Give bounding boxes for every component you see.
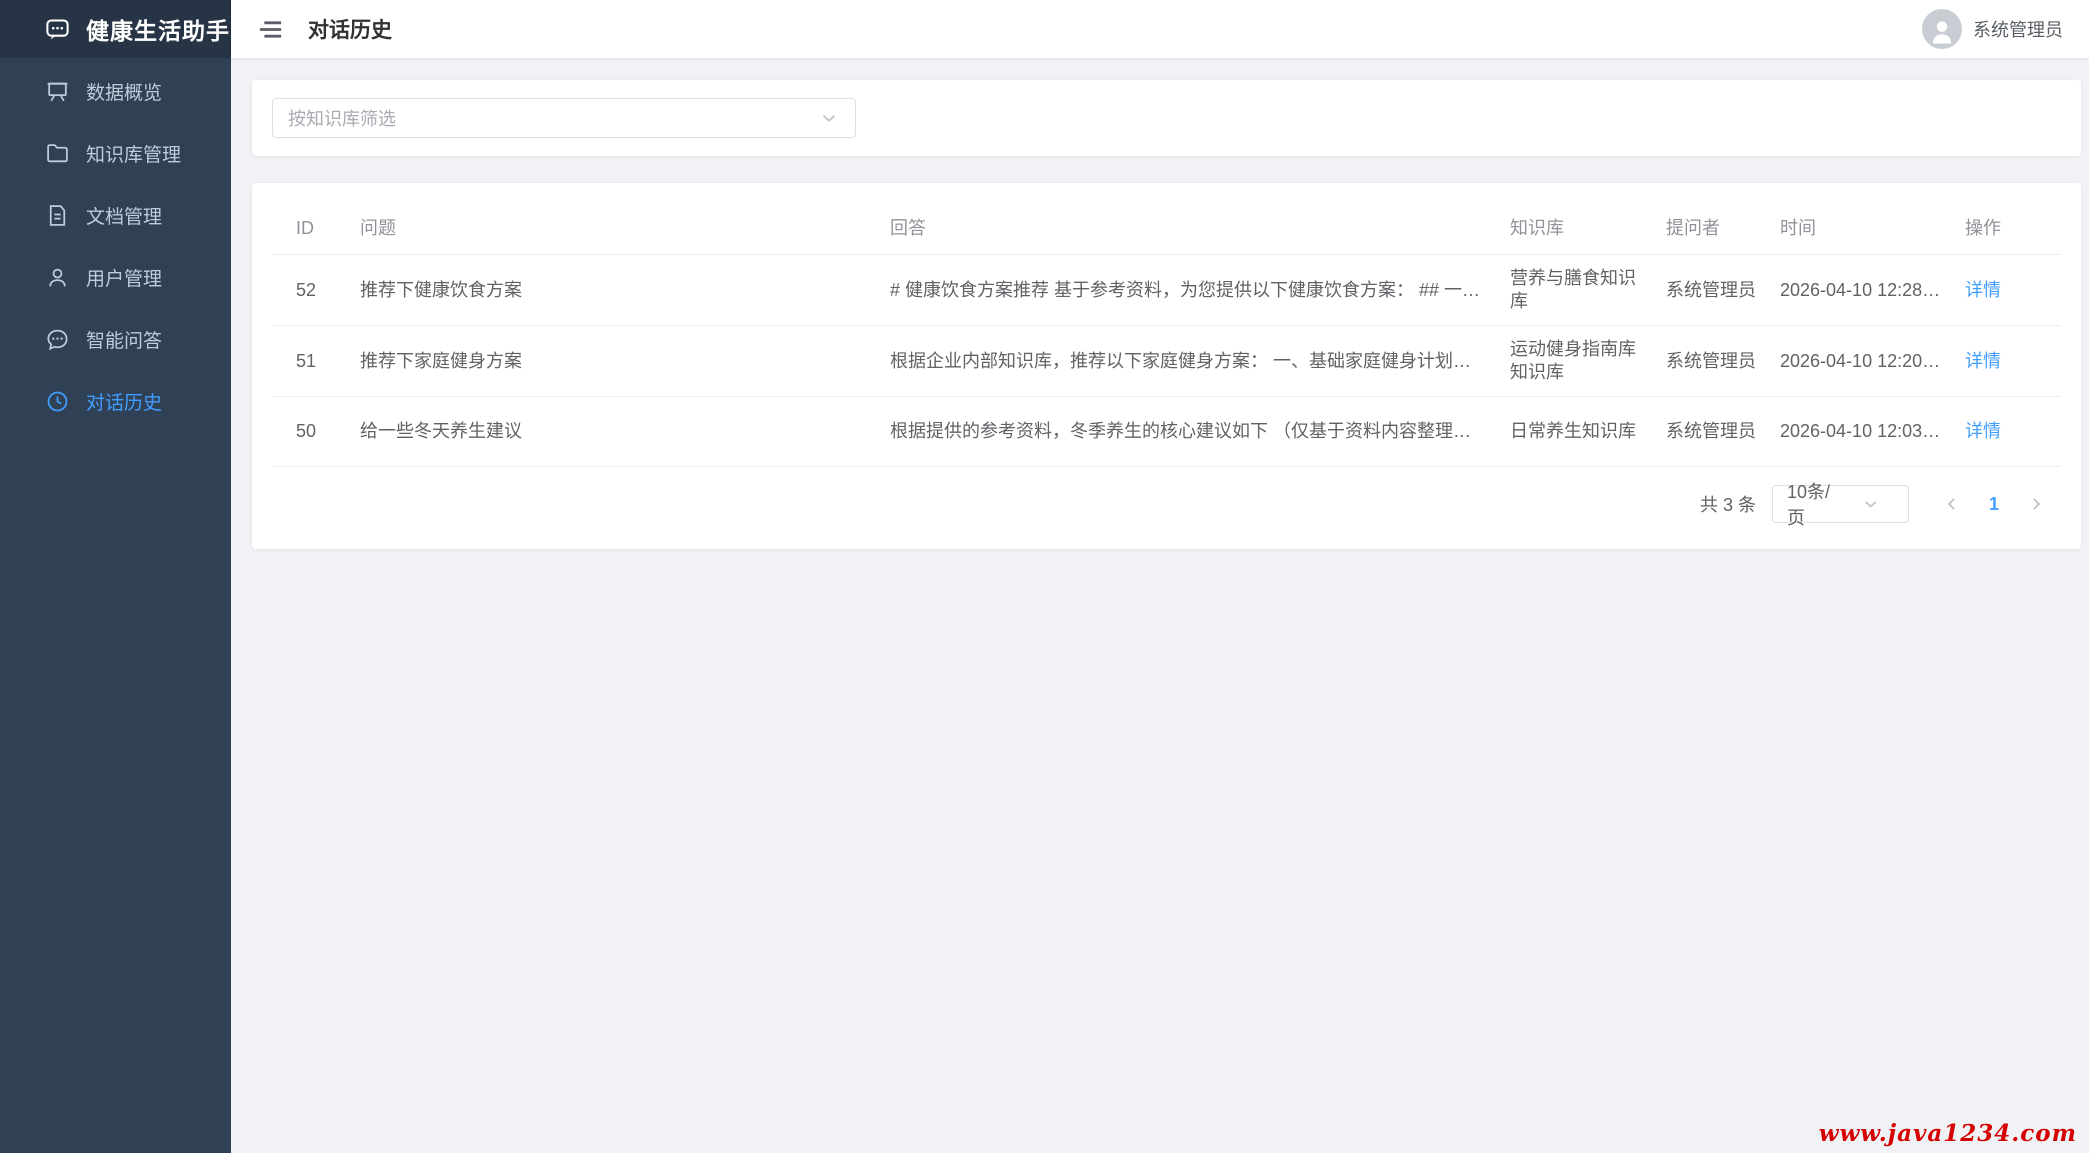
content: 按知识库筛选 ID 问题 [231, 58, 2089, 1153]
kb-filter-select[interactable]: 按知识库筛选 [272, 98, 856, 138]
main-area: 对话历史 系统管理员 按知识库筛选 [231, 0, 2089, 1153]
cell-asker: 系统管理员 [1654, 397, 1768, 467]
detail-link[interactable]: 详情 [1965, 351, 2001, 371]
chat-dot-round-icon [45, 327, 70, 352]
sidebar-item-label: 用户管理 [86, 264, 162, 291]
table-header-row: ID 问题 回答 知识库 提问者 时间 [272, 203, 2061, 255]
column-header-5: 时间 [1768, 203, 1953, 255]
app-title: 健康生活助手 [86, 12, 230, 46]
user-filled-icon [1927, 16, 1957, 46]
data-board-icon [45, 79, 70, 104]
page-title: 对话历史 [308, 14, 392, 44]
cell-id: 51 [272, 326, 348, 397]
pagination-total: 共 3 条 [1700, 491, 1756, 517]
pagination: 共 3 条 10条/页 1 [272, 485, 2061, 523]
table-row-2: 50 给一些冬天养生建议 根据提供的参考资料，冬季养生的核心建议如下 （仅基于资… [272, 397, 2061, 467]
cell-answer: 根据提供的参考资料，冬季养生的核心建议如下 （仅基于资料内容整理，确保准确、简洁… [878, 397, 1498, 467]
cell-question: 推荐下健康饮食方案 [348, 255, 878, 326]
sidebar-item-4[interactable]: 智能问答 [0, 308, 231, 370]
sidebar-item-1[interactable]: 知识库管理 [0, 122, 231, 184]
column-header-0: ID [272, 203, 348, 255]
kb-filter-placeholder: 按知识库筛选 [288, 105, 818, 131]
sidebar-item-0[interactable]: 数据概览 [0, 60, 231, 122]
user-icon [45, 265, 70, 290]
sidebar-item-2[interactable]: 文档管理 [0, 184, 231, 246]
column-header-4: 提问者 [1654, 203, 1768, 255]
page-size-value: 10条/页 [1787, 478, 1843, 530]
cell-asker: 系统管理员 [1654, 255, 1768, 326]
cell-question: 推荐下家庭健身方案 [348, 326, 878, 397]
user-menu[interactable]: 系统管理员 [1922, 9, 2063, 49]
next-page-button[interactable] [2015, 485, 2057, 523]
history-table: ID 问题 回答 知识库 提问者 时间 [272, 203, 2061, 467]
sidebar-item-label: 智能问答 [86, 326, 162, 353]
cell-id: 50 [272, 397, 348, 467]
app-logo: 健康生活助手 [0, 0, 231, 58]
cell-question: 给一些冬天养生建议 [348, 397, 878, 467]
collapse-sidebar-button[interactable] [257, 16, 284, 43]
arrow-down-icon [818, 107, 840, 129]
fold-icon [257, 16, 284, 43]
table-row-1: 51 推荐下家庭健身方案 根据企业内部知识库，推荐以下家庭健身方案： 一、基础家… [272, 326, 2061, 397]
page-number-button[interactable]: 1 [1973, 485, 2015, 523]
sidebar-item-label: 数据概览 [86, 78, 162, 105]
document-icon [45, 203, 70, 228]
cell-knowledge-base: 日常养生知识库 [1498, 397, 1654, 467]
detail-link[interactable]: 详情 [1965, 421, 2001, 441]
arrow-right-icon [2026, 494, 2046, 514]
topbar: 对话历史 系统管理员 [231, 0, 2089, 58]
table-row-0: 52 推荐下健康饮食方案 # 健康饮食方案推荐 基于参考资料，为您提供以下健康饮… [272, 255, 2061, 326]
sidebar: 健康生活助手 数据概览 知识库管理 文档管理 [0, 0, 231, 1153]
user-name: 系统管理员 [1973, 16, 2063, 42]
filter-card: 按知识库筛选 [252, 80, 2081, 156]
detail-link[interactable]: 详情 [1965, 280, 2001, 300]
arrow-left-icon [1942, 494, 1962, 514]
avatar [1922, 9, 1962, 49]
cell-time: 2026-04-10 12:03:56 [1768, 397, 1953, 467]
cell-id: 52 [272, 255, 348, 326]
cell-time: 2026-04-10 12:20:47 [1768, 326, 1953, 397]
cell-knowledge-base: 营养与膳食知识库 [1498, 255, 1654, 326]
arrow-down-icon [1843, 494, 1899, 514]
sidebar-item-label: 对话历史 [86, 388, 162, 415]
sidebar-item-label: 知识库管理 [86, 140, 181, 167]
cell-answer: 根据企业内部知识库，推荐以下家庭健身方案： 一、基础家庭健身计划（一周安排） -… [878, 326, 1498, 397]
sidebar-item-3[interactable]: 用户管理 [0, 246, 231, 308]
app-root: 健康生活助手 数据概览 知识库管理 文档管理 [0, 0, 2089, 1153]
chat-square-icon [44, 16, 71, 43]
cell-knowledge-base: 运动健身指南库知识库 [1498, 326, 1654, 397]
folder-icon [45, 141, 70, 166]
cell-time: 2026-04-10 12:28:32 [1768, 255, 1953, 326]
sidebar-menu: 数据概览 知识库管理 文档管理 用户管理 [0, 60, 231, 432]
sidebar-item-label: 文档管理 [86, 202, 162, 229]
sidebar-item-5[interactable]: 对话历史 [0, 370, 231, 432]
site-watermark: www.java1234.com [1819, 1120, 2077, 1147]
column-header-3: 知识库 [1498, 203, 1654, 255]
clock-icon [45, 389, 70, 414]
cell-asker: 系统管理员 [1654, 326, 1768, 397]
page-size-select[interactable]: 10条/页 [1772, 485, 1909, 523]
history-table-card: ID 问题 回答 知识库 提问者 时间 [252, 183, 2081, 549]
prev-page-button[interactable] [1931, 485, 1973, 523]
column-header-2: 回答 [878, 203, 1498, 255]
column-header-1: 问题 [348, 203, 878, 255]
column-header-6: 操作 [1953, 203, 2061, 255]
cell-answer: # 健康饮食方案推荐 基于参考资料，为您提供以下健康饮食方案： ## 一、基本原… [878, 255, 1498, 326]
